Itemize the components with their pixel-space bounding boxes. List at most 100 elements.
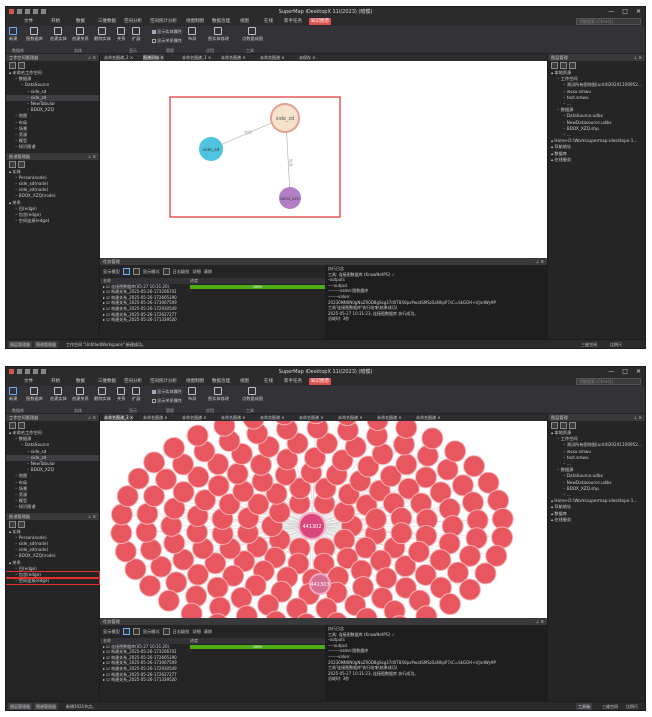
graph-node[interactable] [127,467,150,490]
task-grid[interactable]: 名称 进度 ▸ ☑ 连接图数据库(05-27 10:31:20) 100% ▸ ☑ 构建… [100,638,325,683]
new-graph-button[interactable]: 新建 [9,27,17,42]
graph-manage-button[interactable]: 图实体修改 [208,27,229,42]
document-tab[interactable]: 未命名图谱 ✕ [221,414,246,421]
tree-item[interactable]: ▴ 在线服务 [548,517,645,523]
delete-entity-button[interactable]: 删除实体 [94,387,111,402]
graph-node[interactable] [491,507,514,530]
document-tab[interactable]: 图谱初始 ✕ [143,54,164,61]
remove-icon[interactable] [560,62,567,69]
ribbon-tab-cartography[interactable]: 地图制图 [186,17,204,26]
graph-node[interactable] [436,458,459,481]
document-tab[interactable]: 未命名图谱 ✕ [338,414,363,421]
refresh-icon[interactable] [569,62,576,69]
graph-refresh-icon[interactable] [9,520,16,528]
document-tab[interactable]: 未命名图谱 ✕ [416,414,441,421]
show-entity-attr-checkbox[interactable]: 显示实体属性 [152,389,182,395]
graph-node[interactable] [365,508,388,531]
point-to-graph-button[interactable]: 点数据成图 [242,27,263,42]
layout-button[interactable]: 布局 [188,27,196,42]
graph-node[interactable] [333,528,356,551]
graph-tree[interactable]: ▴ 实体 ◦ Person(node) ◦ side_sd(node) ◦ side_… [6,529,100,586]
delete-entity-button[interactable]: 删除实体 [94,27,111,42]
status-tab-layers[interactable]: 图层管理器 [8,703,32,710]
task-grid[interactable]: 名称 进度 ▸ ☑ 连接图数据库(05-27 10:31:20) 100% ▸ ☑ 构建… [100,278,325,323]
graph-tree[interactable]: ▴ 实体 ◦ Person(node) ◦ side_sd(node) ◦ side_… [6,169,99,225]
status-tab-graph[interactable]: 图谱管理器 [34,341,58,348]
graph-node[interactable] [487,489,510,512]
ribbon-tab-view[interactable]: 视图 [240,377,249,386]
create-entity-button[interactable]: 创建实体 [50,387,67,402]
ribbon-tab-data[interactable]: 数据 [76,17,85,26]
refresh-icon[interactable] [569,422,576,429]
document-tab[interactable]: 未命名图谱_2 ✕ [104,54,133,61]
expand-button[interactable]: 扩展 [132,387,140,402]
ribbon-tab-tasks[interactable]: 新手任务 [284,17,302,26]
graph-db-button[interactable]: 图数据库 [26,387,43,402]
graph-node[interactable] [458,578,481,601]
graph-node[interactable] [383,599,406,618]
document-tab[interactable]: 未命名图谱 ✕ [143,414,168,421]
graph-node[interactable] [444,440,467,463]
ribbon-tab-governance[interactable]: 数据治理 [212,377,230,386]
document-tab[interactable]: 未命名图谱 ✕ [260,414,285,421]
ribbon-tab-view[interactable]: 视图 [240,17,249,26]
ribbon-tab-knowledge-graph[interactable]: 知识图谱 [309,18,331,25]
open-workspace-icon[interactable] [9,422,16,429]
tree-item[interactable]: ◦ 测试所有图地图(untitl20241100952... [548,442,645,448]
ribbon-tab-data[interactable]: 数据 [76,377,85,386]
graph-node[interactable] [395,453,418,476]
open-workspace-icon[interactable] [9,62,16,69]
graph-node[interactable] [206,576,229,599]
ribbon-tab-cartography[interactable]: 地图制图 [186,377,204,386]
close-button[interactable]: ✕ [636,367,641,377]
graph-node[interactable] [375,567,398,590]
dense-graph[interactable]: 441302 441303 [100,421,547,618]
ribbon-tab-online[interactable]: 在线 [264,17,273,26]
graph-node[interactable] [230,586,253,609]
graph-filter-icon[interactable] [18,520,25,528]
ribbon-tab-start[interactable]: 开始 [51,17,60,26]
folder-icon[interactable] [18,62,25,69]
ribbon-tab-spatial-analysis[interactable]: 空间分析 [124,377,142,386]
expand-button[interactable]: 扩展 [132,27,140,42]
graph-refresh-icon[interactable] [9,160,16,168]
close-button[interactable]: ✕ [636,7,641,17]
show-entity-attr-checkbox[interactable]: 显示实体属性 [152,29,182,35]
layout-button[interactable]: 布局 [188,387,196,402]
ribbon-tab-start[interactable]: 开始 [51,377,60,386]
ribbon-tab-file[interactable]: 文件 [24,17,33,26]
ribbon-tab-online[interactable]: 在线 [264,377,273,386]
document-tab[interactable]: 未保存 ✕ [299,54,316,61]
graph-node[interactable] [110,522,133,545]
add-icon[interactable] [551,62,558,69]
graph-node[interactable] [186,424,209,447]
workspace-tree[interactable]: ▴ 未命名工作空间 ◦ 数据源 ◦ DataSource ◦ side_sd ◦ sid… [6,70,99,151]
graph-manage-button[interactable]: 图实体修改 [208,387,229,402]
graph-canvas[interactable]: 空间 包含 side_sd side_zd BDOX_XZQ [100,61,547,258]
mode-button[interactable] [162,628,170,635]
tree-item[interactable]: ▴ 在线服务 [548,157,645,163]
task-row[interactable]: ▸ ☑ 构建关系_2025-05-26-171339520 [100,317,325,323]
ribbon-tab-tasks[interactable]: 新手任务 [284,377,302,386]
document-tab[interactable]: 未命名图谱 ✕ [299,414,324,421]
graph-node[interactable] [143,451,166,474]
ribbon-tab-file[interactable]: 文件 [24,377,33,386]
ribbon-tab-spatial-stats[interactable]: 空间统计分析 [150,17,177,26]
workspace-tree[interactable]: ▴ 未命名工作空间 ◦ 数据源 ◦ DataSource ◦ side_sd ◦ sid… [6,430,99,511]
list-view-button[interactable] [132,628,140,635]
relation-button[interactable]: 关系 [117,387,125,402]
document-tab[interactable]: 未命名图谱 ✕ [221,54,246,61]
graph-node[interactable] [114,540,137,563]
ribbon-tab-spatial-analysis[interactable]: 空间分析 [124,17,142,26]
document-tab[interactable]: 未命名图谱_1 ✕ [182,54,211,61]
document-tab[interactable]: 未命名图谱 ✕ [377,414,402,421]
graph-node[interactable] [163,436,186,459]
show-relation-attr-checkbox[interactable]: 显示关系属性 [152,398,182,404]
ribbon-tab-3d-data[interactable]: 三维数据 [98,377,116,386]
function-search-input[interactable]: 功能搜索 (Ctrl+Q) [576,378,641,385]
tree-item[interactable]: ◦ 知识图谱 [6,504,99,510]
graph-node[interactable] [157,589,180,612]
mode-button[interactable] [162,268,170,275]
resource-tree[interactable]: ▴ 本地资源 ◦ 工作空间 ◦ 测试所有图地图(untitl20241100952.… [548,430,645,523]
graph-filter-icon[interactable] [18,160,25,168]
